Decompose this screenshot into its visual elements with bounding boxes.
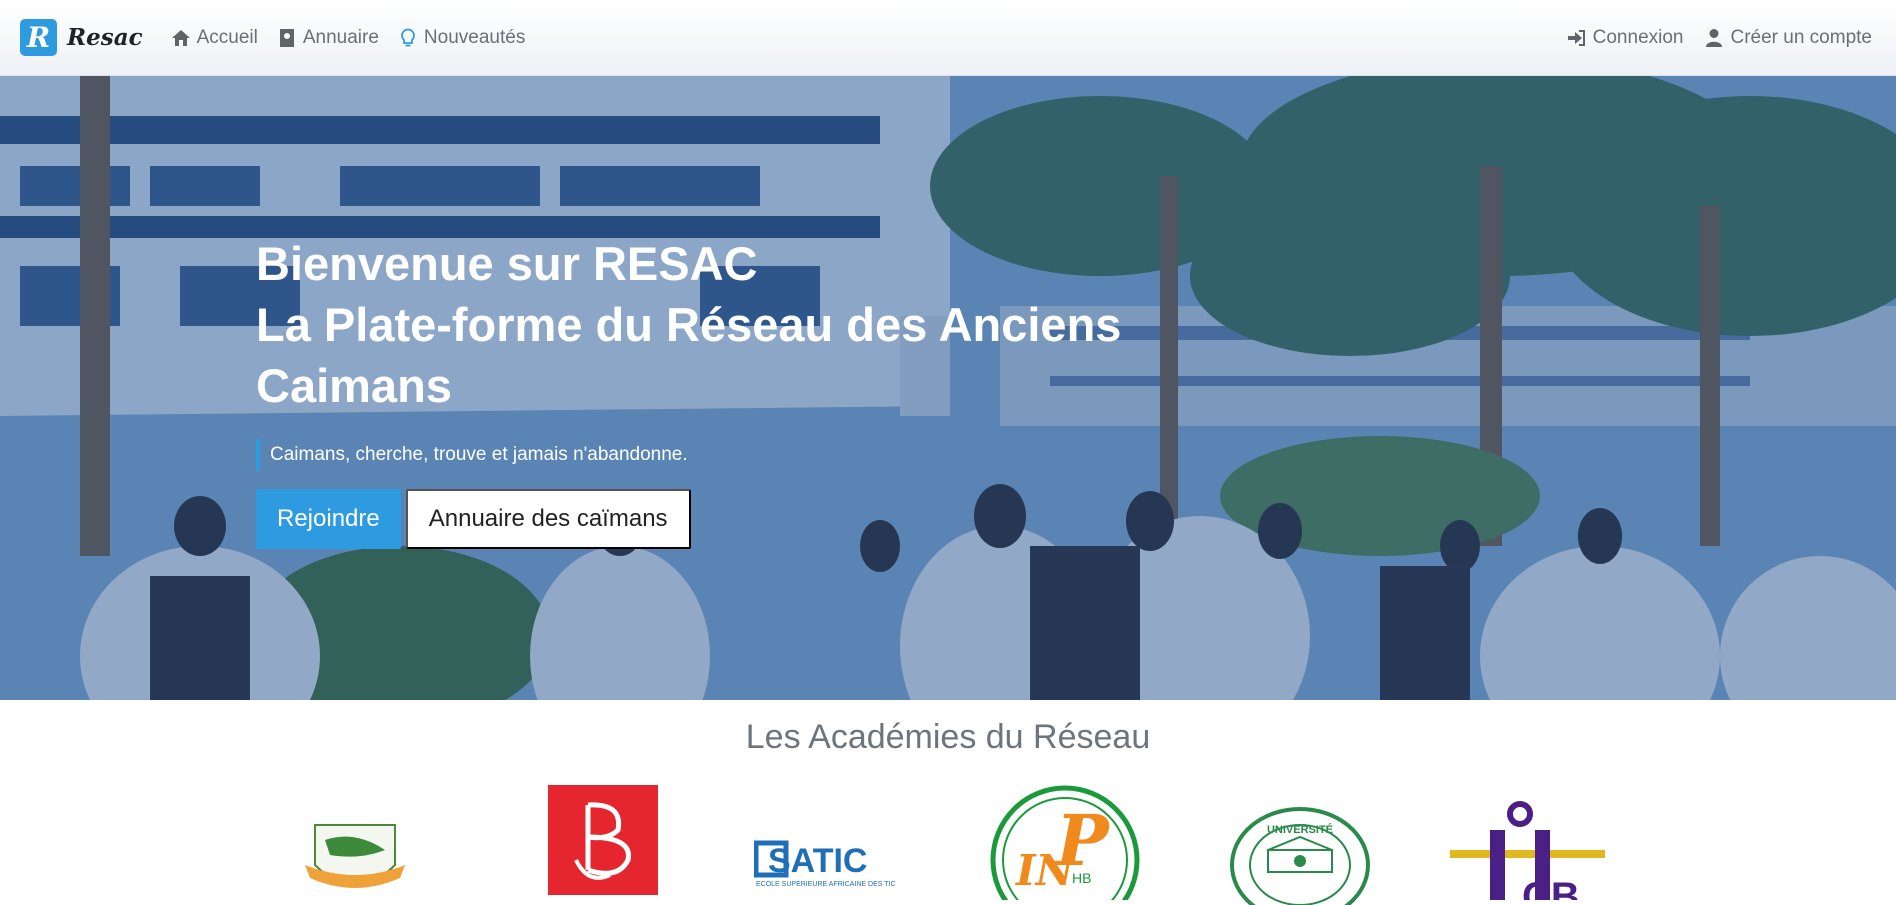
hero-title: Bienvenue sur RESAC La Plate-forme du Ré… xyxy=(256,233,1156,416)
top-navbar: R Resac Accueil Annuaire Nouveautés Conn… xyxy=(0,0,1896,76)
home-icon xyxy=(171,29,190,46)
academy-logos: SATIC ECOLE SUPERIEURE AFRICAINE DES TIC… xyxy=(0,780,1896,905)
hero-banner: Bienvenue sur RESAC La Plate-forme du Ré… xyxy=(0,76,1896,700)
nav-link-accueil[interactable]: Accueil xyxy=(171,27,258,49)
sign-in-icon xyxy=(1567,29,1585,46)
brand-name[interactable]: Resac xyxy=(67,24,143,51)
nav-link-annuaire[interactable]: Annuaire xyxy=(277,27,379,49)
user-icon xyxy=(1706,28,1723,47)
hero-content: Bienvenue sur RESAC La Plate-forme du Ré… xyxy=(256,233,1156,549)
nav-link-label: Connexion xyxy=(1592,26,1684,48)
brand-logo-icon[interactable]: R xyxy=(20,19,57,56)
academy-logo-b[interactable] xyxy=(548,785,658,895)
hero-title-line: Bienvenue sur RESAC xyxy=(256,237,758,290)
hero-title-line: Caimans xyxy=(256,359,452,412)
nav-right: Connexion Créer un compte xyxy=(1546,27,1872,49)
nav-link-label: Accueil xyxy=(196,26,258,48)
nav-link-nouveautes[interactable]: Nouveautés xyxy=(398,27,525,49)
academy-logo-lycee-classique[interactable] xyxy=(300,810,410,900)
svg-text:CB: CB xyxy=(1522,875,1580,900)
hero-title-line: La Plate-forme du Réseau des Anciens xyxy=(256,298,1122,351)
academies-title: Les Académies du Réseau xyxy=(745,718,1151,756)
svg-text:UNIVERSITÉ: UNIVERSITÉ xyxy=(1267,823,1333,836)
join-button[interactable]: Rejoindre xyxy=(256,489,401,549)
address-book-icon xyxy=(279,28,294,47)
nav-link-label: Annuaire xyxy=(302,26,379,48)
academy-logo-inphb[interactable]: IN P HB xyxy=(988,785,1143,900)
nav-link-creer-compte[interactable]: Créer un compte xyxy=(1704,27,1872,49)
svg-text:ECOLE SUPERIEURE AFRICAINE DES: ECOLE SUPERIEURE AFRICAINE DES TIC xyxy=(756,881,896,888)
nav-link-label: Nouveautés xyxy=(423,26,526,48)
nav-link-label: Créer un compte xyxy=(1730,26,1872,48)
academy-logo-ufhb[interactable]: UNIVERSITÉ xyxy=(1228,805,1373,905)
brand[interactable]: R Resac xyxy=(20,19,143,56)
lightbulb-icon xyxy=(401,28,415,46)
directory-button[interactable]: Annuaire des caïmans xyxy=(405,489,691,549)
svg-text:SATIC: SATIC xyxy=(768,842,867,880)
nav-left: Accueil Annuaire Nouveautés xyxy=(171,27,545,49)
academy-logo-esatic[interactable]: SATIC ECOLE SUPERIEURE AFRICAINE DES TIC xyxy=(754,840,914,890)
hero-tagline: Caimans, cherche, trouve et jamais n'aba… xyxy=(256,439,1156,471)
academy-logo-ucb[interactable]: CB xyxy=(1450,800,1605,900)
hero-buttons: Rejoindre Annuaire des caïmans xyxy=(256,489,1156,549)
nav-link-connexion[interactable]: Connexion xyxy=(1567,26,1684,49)
svg-text:HB: HB xyxy=(1072,870,1091,886)
